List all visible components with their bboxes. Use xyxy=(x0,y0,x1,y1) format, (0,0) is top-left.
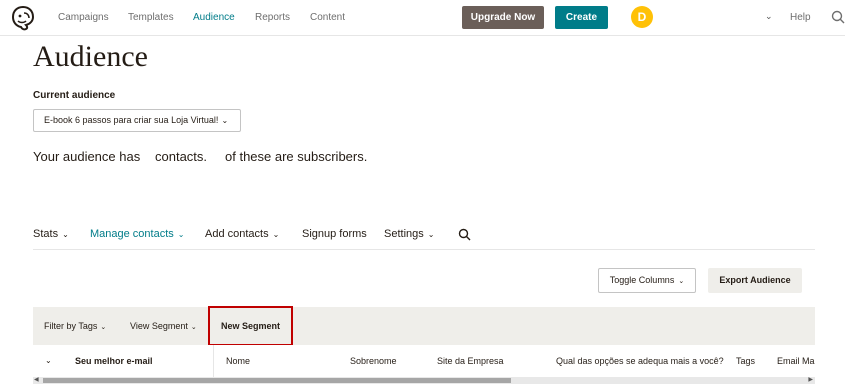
subnav-signup-forms[interactable]: Signup forms xyxy=(302,228,367,240)
column-header-email[interactable]: Seu melhor e-mail xyxy=(75,356,153,366)
scroll-right-arrow-icon[interactable]: ▶ xyxy=(808,376,813,383)
chevron-down-icon: ⌄ xyxy=(62,230,69,239)
upgrade-now-button[interactable]: Upgrade Now xyxy=(462,6,544,29)
create-button[interactable]: Create xyxy=(555,6,608,29)
column-header-site-da-empresa[interactable]: Site da Empresa xyxy=(437,356,504,366)
filter-bar: Filter by Tags ⌄ View Segment ⌄ New Segmen… xyxy=(33,306,815,346)
search-icon[interactable] xyxy=(831,10,845,24)
subnav-manage-contacts[interactable]: Manage contacts ⌄ xyxy=(90,228,184,240)
account-chevron-down-icon[interactable]: ⌄ xyxy=(765,11,773,22)
nav-reports[interactable]: Reports xyxy=(255,12,290,23)
chevron-down-icon: ⌄ xyxy=(221,116,229,125)
subnav-stats[interactable]: Stats ⌄ xyxy=(33,228,69,240)
subnav-add-contacts-label: Add contacts xyxy=(205,228,269,240)
view-segment-label: View Segment xyxy=(130,321,188,331)
audience-select[interactable]: E-book 6 passos para criar sua Loja Virt… xyxy=(33,109,241,132)
chevron-down-icon: ⌄ xyxy=(427,230,435,239)
column-header-nome[interactable]: Nome xyxy=(226,356,250,366)
toggle-columns-button[interactable]: Toggle Columns ⌄ xyxy=(598,268,696,293)
scroll-left-arrow-icon[interactable]: ◀ xyxy=(34,376,39,383)
subnav-stats-label: Stats xyxy=(33,228,59,240)
export-audience-button[interactable]: Export Audience xyxy=(708,268,802,293)
top-navigation: Campaigns Templates Audience Reports Con… xyxy=(0,0,845,36)
summary-text-3: of these are subscribers. xyxy=(225,149,368,164)
nav-templates[interactable]: Templates xyxy=(128,12,174,23)
help-link[interactable]: Help xyxy=(790,12,811,23)
mailchimp-logo-icon[interactable] xyxy=(10,5,36,31)
filter-by-tags-label: Filter by Tags xyxy=(44,321,98,331)
column-divider xyxy=(213,345,214,377)
filter-by-tags-dropdown[interactable]: Filter by Tags ⌄ xyxy=(44,321,106,331)
nav-campaigns[interactable]: Campaigns xyxy=(58,12,109,23)
view-segment-dropdown[interactable]: View Segment ⌄ xyxy=(130,321,197,331)
chevron-down-icon: ⌄ xyxy=(100,324,107,331)
subnav-manage-contacts-label: Manage contacts xyxy=(90,228,174,240)
chevron-down-icon: ⌄ xyxy=(272,230,280,239)
column-header-qual-das-opcoes[interactable]: Qual das opções se adequa mais a você? xyxy=(556,356,724,366)
summary-text-2: contacts. xyxy=(155,149,208,164)
chevron-down-icon: ⌄ xyxy=(177,230,185,239)
column-header-tags[interactable]: Tags xyxy=(736,356,755,366)
chevron-down-icon: ⌄ xyxy=(190,324,197,331)
page-title: Audience xyxy=(33,40,148,73)
avatar[interactable]: D xyxy=(631,6,653,28)
scroll-thumb[interactable] xyxy=(43,378,511,383)
audience-select-value: E-book 6 passos para criar sua Loja Virt… xyxy=(44,115,219,125)
subnav-settings-label: Settings xyxy=(384,228,424,240)
summary-text-1: Your audience has xyxy=(33,149,141,164)
new-segment-button[interactable]: New Segment xyxy=(208,306,293,346)
contacts-table-header: ⌄ Seu melhor e-mail Nome Sobrenome Site … xyxy=(33,345,815,377)
nav-audience[interactable]: Audience xyxy=(193,12,235,23)
subnav-settings[interactable]: Settings ⌄ xyxy=(384,228,434,240)
audience-subnav: Stats ⌄ Manage contacts ⌄ Add contacts ⌄ Si… xyxy=(33,228,815,250)
horizontal-scrollbar[interactable]: ◀ ▶ xyxy=(33,377,815,384)
select-all-chevron-down-icon[interactable]: ⌄ xyxy=(45,356,52,365)
toggle-columns-label: Toggle Columns xyxy=(609,275,675,285)
column-header-email-marketing[interactable]: Email Mar xyxy=(777,356,815,366)
column-header-sobrenome[interactable]: Sobrenome xyxy=(350,356,397,366)
current-audience-label: Current audience xyxy=(33,90,116,101)
nav-content[interactable]: Content xyxy=(310,12,345,23)
search-contacts-icon[interactable] xyxy=(458,228,471,241)
subnav-add-contacts[interactable]: Add contacts ⌄ xyxy=(205,228,279,240)
chevron-down-icon: ⌄ xyxy=(678,278,685,285)
